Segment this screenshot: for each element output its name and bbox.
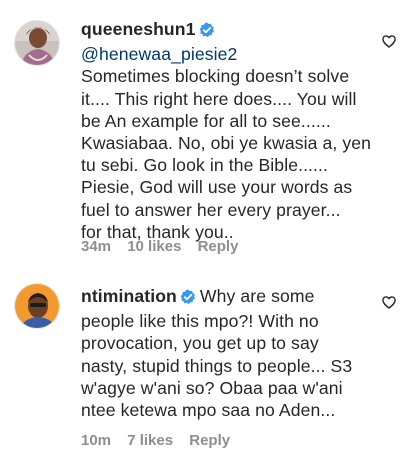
profile-photo-woman-icon bbox=[15, 21, 59, 65]
comment-line: be An example for all to see...... bbox=[81, 110, 331, 131]
comment-meta: 10m 7 likes Reply bbox=[81, 432, 242, 449]
reply-button[interactable]: Reply bbox=[198, 238, 239, 255]
timestamp[interactable]: 34m bbox=[81, 238, 111, 255]
username[interactable]: ntimination bbox=[81, 286, 177, 306]
mention-link[interactable]: @henewaa_piesie2 bbox=[81, 44, 237, 64]
comment-line: nasty, stupid things to people... S3 bbox=[81, 355, 353, 376]
comment-line: Piesie, God will use your words as bbox=[81, 177, 353, 198]
likes-count[interactable]: 7 likes bbox=[127, 432, 173, 449]
comment-line: Kwasiabaa. No, obi ye kwasia a, yen bbox=[81, 133, 372, 154]
profile-photo-man-icon bbox=[15, 284, 59, 328]
reply-button[interactable]: Reply bbox=[189, 432, 230, 449]
comment-line: tu sebi. Go look in the Bible...... bbox=[81, 155, 329, 176]
comment-line: Sometimes blocking doesn’t solve bbox=[81, 66, 350, 87]
comment-line: Why are some bbox=[199, 286, 315, 306]
comment-line: ntee ketewa mpo saa no Aden... bbox=[81, 400, 336, 421]
heart-outline-icon[interactable] bbox=[382, 296, 396, 314]
timestamp[interactable]: 10m bbox=[81, 432, 111, 449]
verified-badge-icon bbox=[180, 288, 196, 310]
username[interactable]: queeneshun1 bbox=[81, 19, 196, 39]
comment-line: people like this mpo?! With no bbox=[81, 311, 319, 332]
comment-line: it.... This right here does.... You will bbox=[81, 88, 357, 109]
verified-badge-icon bbox=[199, 21, 215, 43]
comment-line: provocation, you get up to say bbox=[81, 333, 319, 354]
heart-outline-icon[interactable] bbox=[382, 35, 396, 53]
avatar[interactable] bbox=[14, 283, 60, 329]
likes-count[interactable]: 10 likes bbox=[127, 238, 181, 255]
comment-line: w'agye w'ani so? Obaa paa w'ani bbox=[81, 377, 343, 398]
comment-meta: 34m 10 likes Reply bbox=[81, 238, 250, 255]
avatar[interactable] bbox=[14, 20, 60, 66]
comment-line: fuel to answer her every prayer... bbox=[81, 199, 341, 220]
